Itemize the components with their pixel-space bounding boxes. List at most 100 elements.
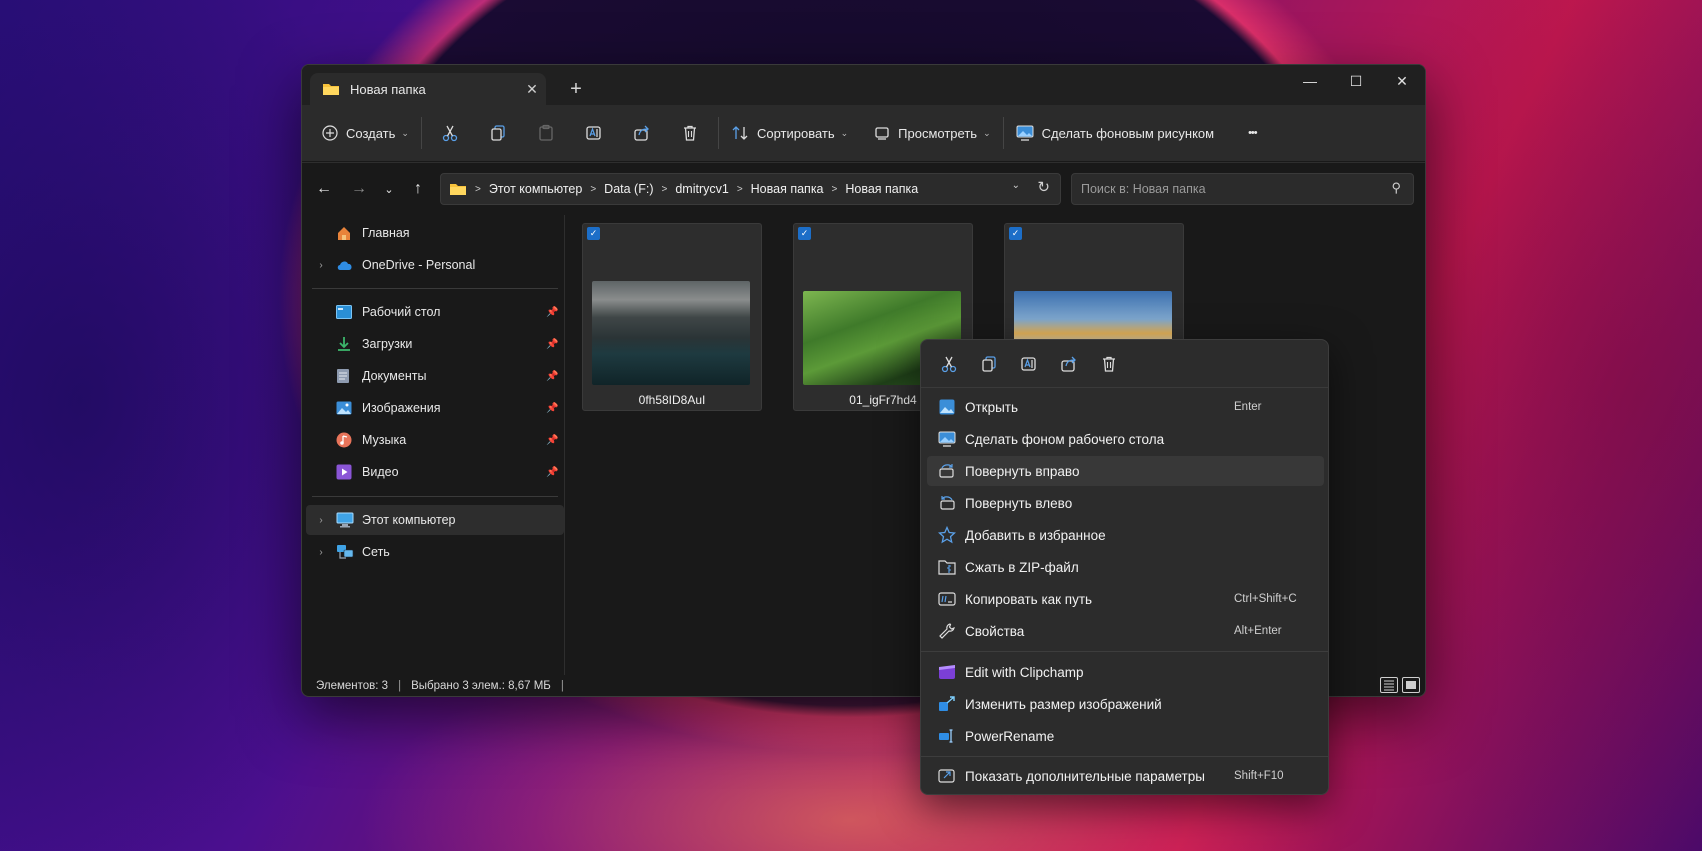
maximize-button[interactable]: ☐: [1333, 65, 1379, 97]
rename-icon: [1020, 355, 1038, 373]
create-button[interactable]: Создать ⌄: [314, 115, 417, 151]
pin-icon[interactable]: 📌: [546, 339, 564, 350]
menu-item-edit-with-clipchamp[interactable]: Edit with Clipchamp: [927, 657, 1324, 687]
breadcrumb-item[interactable]: Этот компьютер: [489, 182, 582, 196]
checkbox-checked-icon[interactable]: ✓: [798, 227, 811, 240]
copy-icon: [980, 355, 998, 373]
more-options-button[interactable]: •••: [1240, 115, 1265, 151]
breadcrumb-item[interactable]: Новая папка: [845, 182, 918, 196]
breadcrumb-item[interactable]: dmitrycv1: [675, 182, 728, 196]
close-window-button[interactable]: ✕: [1379, 65, 1425, 97]
menu-item-open[interactable]: Открыть Enter: [927, 392, 1324, 422]
menu-item-copy-as-path[interactable]: Копировать как путь Ctrl+Shift+C: [927, 584, 1324, 614]
sidebar-item-onedrive[interactable]: › OneDrive - Personal: [306, 250, 564, 280]
cut-button[interactable]: [426, 115, 474, 151]
new-tab-button[interactable]: +: [562, 77, 590, 101]
pin-icon[interactable]: 📌: [546, 307, 564, 318]
chevron-right-icon: >: [475, 183, 481, 195]
menu-item-show-more-options[interactable]: Показать дополнительные параметры Shift+…: [927, 761, 1324, 791]
pin-icon[interactable]: 📌: [546, 435, 564, 446]
folder-icon: [449, 182, 467, 196]
checkbox-checked-icon[interactable]: ✓: [587, 227, 600, 240]
pin-icon[interactable]: 📌: [546, 467, 564, 478]
view-button[interactable]: Просмотреть ⌄: [866, 115, 998, 151]
sidebar-item-documents[interactable]: Документы 📌: [306, 361, 564, 391]
sidebar-item-video[interactable]: Видео 📌: [306, 457, 564, 487]
menu-item-label: Открыть: [965, 399, 1019, 415]
up-button[interactable]: ↑: [404, 177, 432, 201]
paste-button[interactable]: [522, 115, 570, 151]
delete-menu-button[interactable]: [1089, 346, 1129, 382]
sidebar-item-network[interactable]: › Сеть: [306, 537, 564, 567]
zip-icon: [929, 559, 965, 575]
copy-button[interactable]: [474, 115, 522, 151]
sidebar-item-pictures[interactable]: Изображения 📌: [306, 393, 564, 423]
large-icons-view-icon[interactable]: [1402, 677, 1420, 693]
menu-separator: [921, 756, 1328, 757]
star-icon: [929, 526, 965, 544]
address-history-chevron-icon[interactable]: ⌄: [1012, 180, 1020, 191]
sidebar-item-home[interactable]: Главная: [306, 218, 564, 248]
file-name: 0fh58ID8AuI: [638, 393, 706, 407]
menu-item-add-to-favorites[interactable]: Добавить в избранное: [927, 520, 1324, 550]
minimize-button[interactable]: —: [1287, 65, 1333, 97]
chevron-down-icon: ⌄: [401, 127, 409, 138]
pin-icon[interactable]: 📌: [546, 403, 564, 414]
image-thumbnail: [592, 281, 750, 385]
menu-item-rotate-left[interactable]: Повернуть влево: [927, 488, 1324, 518]
forward-button[interactable]: →: [345, 177, 373, 201]
cut-menu-button[interactable]: [929, 346, 969, 382]
breadcrumb-item[interactable]: Data (F:): [604, 182, 653, 196]
details-view-icon[interactable]: [1380, 677, 1398, 693]
menu-separator: [921, 651, 1328, 652]
rename-menu-button[interactable]: [1009, 346, 1049, 382]
sidebar-item-label: Этот компьютер: [362, 513, 456, 527]
more-options-icon: [929, 768, 965, 784]
refresh-icon[interactable]: ↻: [1037, 178, 1050, 196]
chevron-right-icon[interactable]: ›: [306, 260, 336, 271]
back-button[interactable]: ←: [310, 177, 338, 201]
menu-item-shortcut: Alt+Enter: [1234, 625, 1282, 637]
copy-menu-button[interactable]: [969, 346, 1009, 382]
sidebar-item-desktop[interactable]: Рабочий стол 📌: [306, 297, 564, 327]
delete-button[interactable]: [666, 115, 714, 151]
arrow-up-icon: ↑: [414, 180, 422, 197]
search-input[interactable]: Поиск в: Новая папка ⚲: [1071, 173, 1414, 205]
plus-circle-icon: [322, 125, 338, 141]
chevron-right-icon[interactable]: ›: [306, 547, 336, 558]
chevron-right-icon[interactable]: ›: [306, 515, 336, 526]
set-wallpaper-button[interactable]: Сделать фоновым рисунком: [1008, 115, 1222, 151]
sidebar-item-this-pc[interactable]: › Этот компьютер: [306, 505, 564, 535]
menu-item-label: Сделать фоном рабочего стола: [965, 431, 1165, 447]
rename-button[interactable]: [570, 115, 618, 151]
menu-item-label: Изменить размер изображений: [965, 696, 1162, 712]
breadcrumb-item[interactable]: Новая папка: [751, 182, 824, 196]
address-bar[interactable]: > Этот компьютер > Data (F:) > dmitrycv1…: [440, 173, 1061, 205]
menu-item-label: Сжать в ZIP-файл: [965, 559, 1079, 575]
menu-item-compress-zip[interactable]: Сжать в ZIP-файл: [927, 552, 1324, 582]
tab-active[interactable]: Новая папка ✕: [310, 73, 546, 105]
title-bar: Новая папка ✕ + — ☐ ✕: [302, 65, 1425, 105]
menu-item-label: Свойства: [965, 623, 1025, 639]
menu-item-resize-images[interactable]: Изменить размер изображений: [927, 689, 1324, 719]
menu-item-powerrename[interactable]: PowerRename: [927, 721, 1324, 751]
sidebar-item-label: Видео: [362, 465, 399, 479]
pin-icon[interactable]: 📌: [546, 371, 564, 382]
menu-item-label: Копировать как путь: [965, 591, 1093, 607]
sidebar-item-music[interactable]: Музыка 📌: [306, 425, 564, 455]
checkbox-checked-icon[interactable]: ✓: [1009, 227, 1022, 240]
menu-item-set-desktop-background[interactable]: Сделать фоном рабочего стола: [927, 424, 1324, 454]
recent-locations-button[interactable]: ⌄: [375, 177, 403, 201]
sort-icon: [731, 125, 749, 141]
sidebar-item-downloads[interactable]: Загрузки 📌: [306, 329, 564, 359]
menu-item-properties[interactable]: Свойства Alt+Enter: [927, 616, 1324, 646]
share-menu-button[interactable]: [1049, 346, 1089, 382]
sort-button[interactable]: Сортировать ⌄: [723, 115, 856, 151]
tab-title: Новая папка: [350, 81, 426, 97]
toolbar-divider: [420, 117, 422, 149]
tab-close-icon[interactable]: ✕: [518, 81, 546, 98]
menu-item-rotate-right[interactable]: Повернуть вправо: [927, 456, 1324, 486]
document-icon: [336, 368, 358, 384]
share-button[interactable]: [618, 115, 666, 151]
file-tile[interactable]: ✓ 0fh58ID8AuI: [582, 223, 762, 411]
